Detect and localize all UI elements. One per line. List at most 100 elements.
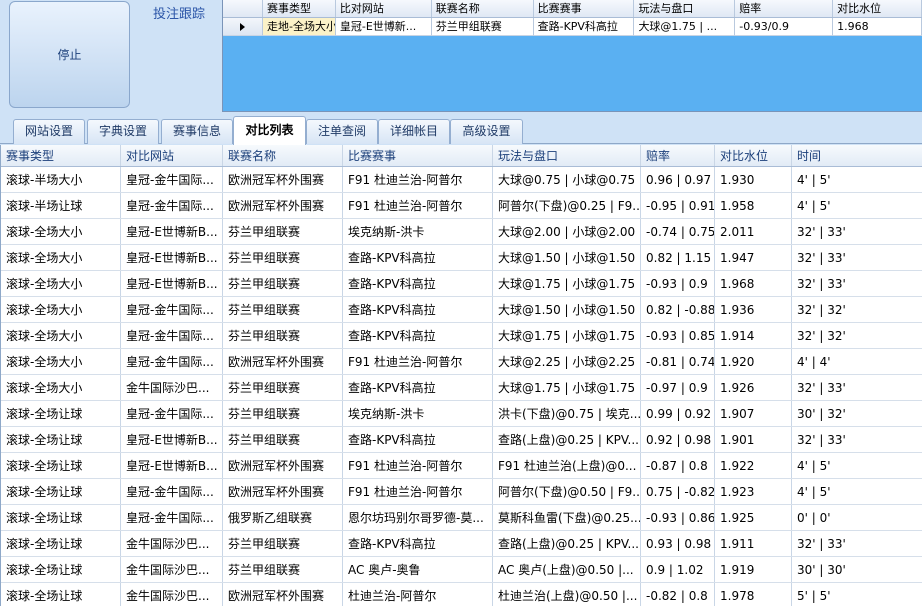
table-cell[interactable]: 滚球-全场大小 bbox=[1, 323, 121, 348]
table-cell[interactable]: 皇冠-金牛国际... bbox=[121, 193, 223, 218]
table-cell[interactable]: 0.9 | 1.02 bbox=[641, 557, 715, 582]
table-row[interactable]: 滚球-全场让球 皇冠-金牛国际... 芬兰甲组联赛 埃克纳斯-洪卡 洪卡(下盘)@0.7… bbox=[1, 401, 922, 427]
table-cell[interactable]: 皇冠-金牛国际... bbox=[121, 401, 223, 426]
table-cell[interactable]: -0.93 | 0.86 bbox=[641, 505, 715, 530]
table-cell[interactable]: 滚球-全场大小 bbox=[1, 245, 121, 270]
table-cell[interactable]: 洪卡(下盘)@0.75 | 埃克... bbox=[493, 401, 641, 426]
col-header[interactable]: 联赛名称 bbox=[223, 145, 343, 166]
table-cell[interactable]: 1.919 bbox=[715, 557, 792, 582]
cell[interactable]: 走地-全场大小 bbox=[263, 18, 336, 36]
table-cell[interactable]: 皇冠-金牛国际... bbox=[121, 349, 223, 374]
cell[interactable]: 皇冠-E世博新... bbox=[335, 18, 432, 36]
table-row[interactable]: 滚球-全场让球 皇冠-E世博新B... 芬兰甲组联赛 查路-KPV科高拉 查路(上盘)@… bbox=[1, 427, 922, 453]
col-header[interactable]: 比赛赛事 bbox=[534, 0, 635, 17]
table-cell[interactable]: 1.907 bbox=[715, 401, 792, 426]
table-cell[interactable]: 滚球-全场让球 bbox=[1, 557, 121, 582]
table-cell[interactable]: 皇冠-E世博新B... bbox=[121, 271, 223, 296]
table-row[interactable]: 滚球-全场让球 金牛国际沙巴... 芬兰甲组联赛 AC 奥卢-奥鲁 AC 奥卢(上盘)@… bbox=[1, 557, 922, 583]
table-row[interactable]: 滚球-全场大小 皇冠-金牛国际... 芬兰甲组联赛 查路-KPV科高拉 大球@1.75 … bbox=[1, 323, 922, 349]
table-cell[interactable]: 芬兰甲组联赛 bbox=[223, 401, 343, 426]
table-cell[interactable]: 滚球-全场大小 bbox=[1, 271, 121, 296]
table-cell[interactable]: 大球@0.75 | 小球@0.75 bbox=[493, 167, 641, 192]
table-cell[interactable]: 滚球-全场让球 bbox=[1, 505, 121, 530]
table-cell[interactable]: 32' | 33' bbox=[792, 375, 922, 400]
table-row[interactable]: 滚球-全场大小 皇冠-E世博新B... 芬兰甲组联赛 查路-KPV科高拉 大球@1.50… bbox=[1, 245, 922, 271]
tab-match-info[interactable]: 赛事信息 bbox=[161, 119, 233, 144]
table-cell[interactable]: 32' | 33' bbox=[792, 531, 922, 556]
table-cell[interactable]: 滚球-全场让球 bbox=[1, 401, 121, 426]
col-header[interactable]: 对比水位 bbox=[715, 145, 792, 166]
table-cell[interactable]: 皇冠-金牛国际... bbox=[121, 505, 223, 530]
table-cell[interactable]: 莫斯科鱼雷(下盘)@0.25... bbox=[493, 505, 641, 530]
table-cell[interactable]: 0.82 | -0.88 bbox=[641, 297, 715, 322]
table-cell[interactable]: 4' | 5' bbox=[792, 453, 922, 478]
table-cell[interactable]: 皇冠-E世博新B... bbox=[121, 453, 223, 478]
tab-bet-slips[interactable]: 注单查阅 bbox=[306, 119, 378, 144]
cell[interactable]: 1.968 bbox=[833, 18, 922, 36]
table-cell[interactable]: 查路-KPV科高拉 bbox=[343, 375, 493, 400]
table-row[interactable]: 滚球-全场大小 金牛国际沙巴... 芬兰甲组联赛 查路-KPV科高拉 大球@1.75 |… bbox=[1, 375, 922, 401]
col-header[interactable]: 对比网站 bbox=[121, 145, 223, 166]
table-cell[interactable]: 杜迪兰治(上盘)@0.50 |... bbox=[493, 583, 641, 606]
col-header[interactable]: 对比水位 bbox=[833, 0, 922, 17]
table-cell[interactable]: 欧洲冠军杯外围赛 bbox=[223, 453, 343, 478]
table-cell[interactable]: 大球@2.25 | 小球@2.25 bbox=[493, 349, 641, 374]
table-cell[interactable]: F91 杜迪兰治-阿普尔 bbox=[343, 193, 493, 218]
table-cell[interactable]: 芬兰甲组联赛 bbox=[223, 531, 343, 556]
table-cell[interactable]: 32' | 33' bbox=[792, 271, 922, 296]
tab-detailed-accounts[interactable]: 详细帐目 bbox=[378, 119, 450, 144]
table-cell[interactable]: 滚球-全场大小 bbox=[1, 349, 121, 374]
table-cell[interactable]: 2.011 bbox=[715, 219, 792, 244]
tab-compare-list[interactable]: 对比列表 bbox=[233, 116, 306, 145]
table-row[interactable]: 滚球-全场让球 皇冠-金牛国际... 欧洲冠军杯外围赛 F91 杜迪兰治-阿普尔 阿普尔… bbox=[1, 479, 922, 505]
cell[interactable]: 芬兰甲组联赛 bbox=[431, 18, 534, 36]
table-cell[interactable]: 皇冠-E世博新B... bbox=[121, 219, 223, 244]
table-cell[interactable]: 查路-KPV科高拉 bbox=[343, 297, 493, 322]
table-cell[interactable]: 滚球-半场让球 bbox=[1, 193, 121, 218]
tracking-row[interactable]: 走地-全场大小 皇冠-E世博新... 芬兰甲组联赛 查路-KPV科高拉 大球@1… bbox=[223, 18, 922, 36]
table-cell[interactable]: 芬兰甲组联赛 bbox=[223, 323, 343, 348]
col-header[interactable]: 时间 bbox=[792, 145, 922, 166]
table-cell[interactable]: 30' | 32' bbox=[792, 401, 922, 426]
table-cell[interactable]: 阿普尔(下盘)@0.25 | F9... bbox=[493, 193, 641, 218]
table-cell[interactable]: -0.74 | 0.75 bbox=[641, 219, 715, 244]
col-header[interactable]: 比对网站 bbox=[336, 0, 432, 17]
table-cell[interactable]: 大球@1.75 | 小球@1.75 bbox=[493, 323, 641, 348]
table-cell[interactable]: 0.93 | 0.98 bbox=[641, 531, 715, 556]
table-cell[interactable]: F91 杜迪兰治-阿普尔 bbox=[343, 349, 493, 374]
table-cell[interactable]: 俄罗斯乙组联赛 bbox=[223, 505, 343, 530]
table-row[interactable]: 滚球-全场让球 皇冠-金牛国际... 俄罗斯乙组联赛 恩尔坊玛别尔哥罗德-莫... 莫斯… bbox=[1, 505, 922, 531]
col-header[interactable]: 玩法与盘口 bbox=[634, 0, 736, 17]
table-cell[interactable]: -0.81 | 0.74 bbox=[641, 349, 715, 374]
table-cell[interactable]: 1.978 bbox=[715, 583, 792, 606]
table-cell[interactable]: 皇冠-金牛国际... bbox=[121, 323, 223, 348]
table-cell[interactable]: 大球@1.50 | 小球@1.50 bbox=[493, 245, 641, 270]
table-row[interactable]: 滚球-半场大小 皇冠-金牛国际... 欧洲冠军杯外围赛 F91 杜迪兰治-阿普尔 大球@… bbox=[1, 167, 922, 193]
table-cell[interactable]: 查路-KPV科高拉 bbox=[343, 323, 493, 348]
table-cell[interactable]: 1.923 bbox=[715, 479, 792, 504]
table-row[interactable]: 滚球-全场让球 皇冠-E世博新B... 欧洲冠军杯外围赛 F91 杜迪兰治-阿普尔 F9… bbox=[1, 453, 922, 479]
cell[interactable]: -0.93/0.9 bbox=[735, 18, 834, 36]
table-cell[interactable]: 0' | 0' bbox=[792, 505, 922, 530]
table-cell[interactable]: 查路-KPV科高拉 bbox=[343, 427, 493, 452]
table-cell[interactable]: 1.901 bbox=[715, 427, 792, 452]
table-cell[interactable]: 滚球-全场大小 bbox=[1, 375, 121, 400]
table-cell[interactable]: 皇冠-金牛国际... bbox=[121, 167, 223, 192]
table-cell[interactable]: 滚球-全场让球 bbox=[1, 479, 121, 504]
table-cell[interactable]: 查路-KPV科高拉 bbox=[343, 531, 493, 556]
table-cell[interactable]: 滚球-全场让球 bbox=[1, 453, 121, 478]
table-cell[interactable]: 0.82 | 1.15 bbox=[641, 245, 715, 270]
table-cell[interactable]: 欧洲冠军杯外围赛 bbox=[223, 583, 343, 606]
table-cell[interactable]: 大球@1.75 | 小球@1.75 bbox=[493, 375, 641, 400]
table-cell[interactable]: 金牛国际沙巴... bbox=[121, 583, 223, 606]
table-cell[interactable]: 皇冠-E世博新B... bbox=[121, 427, 223, 452]
table-cell[interactable]: F91 杜迪兰治(上盘)@0... bbox=[493, 453, 641, 478]
table-cell[interactable]: 1.926 bbox=[715, 375, 792, 400]
table-cell[interactable]: 4' | 5' bbox=[792, 167, 922, 192]
col-header[interactable]: 赛事类型 bbox=[263, 0, 336, 17]
table-cell[interactable]: 4' | 5' bbox=[792, 193, 922, 218]
table-cell[interactable]: 1.914 bbox=[715, 323, 792, 348]
table-cell[interactable]: -0.93 | 0.85 bbox=[641, 323, 715, 348]
table-cell[interactable]: 杜迪兰治-阿普尔 bbox=[343, 583, 493, 606]
table-cell[interactable]: 金牛国际沙巴... bbox=[121, 531, 223, 556]
